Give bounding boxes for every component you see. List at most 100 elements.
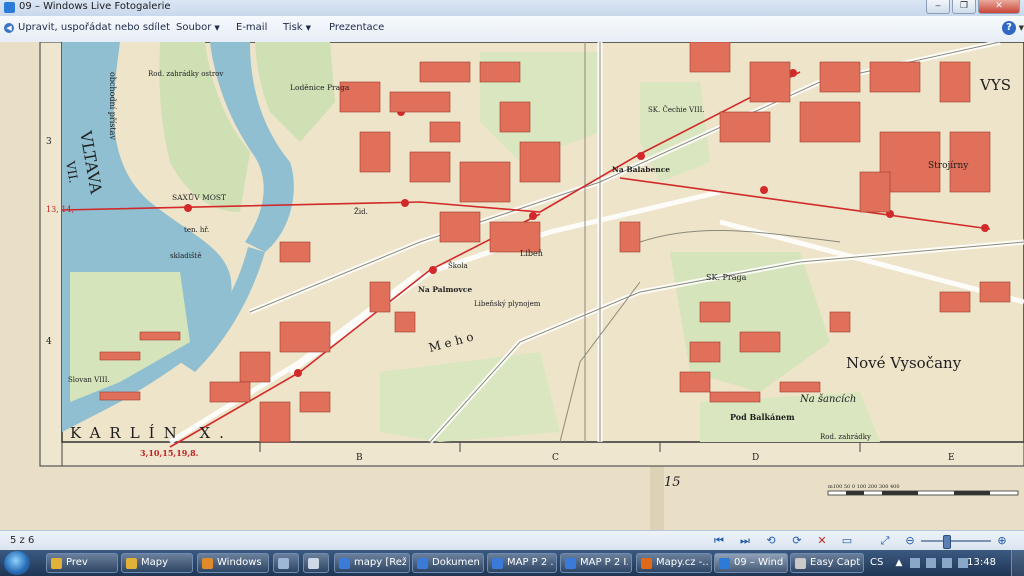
close-button[interactable]: ✕ — [978, 0, 1020, 14]
firefox-icon — [641, 558, 652, 569]
folder-icon — [126, 558, 137, 569]
map-column-label-e: E — [948, 453, 955, 463]
map-label-karlin: KARLÍN X. — [70, 424, 233, 442]
map-label-na-balabence: Na Balabence — [612, 165, 670, 174]
grid-icon — [308, 558, 319, 569]
taskbar-button-label: Prev — [66, 557, 88, 568]
zoom-in-button[interactable]: ⊕ — [995, 534, 1009, 548]
battery-icon[interactable] — [942, 558, 952, 568]
taskbar-button-mapy-rezim[interactable]: mapy [Rež... — [334, 553, 410, 573]
taskbar-button-dokumenty[interactable]: Dokumen... — [412, 553, 484, 573]
zoom-slider-thumb[interactable] — [943, 535, 951, 549]
photo-gallery-app-icon — [4, 2, 15, 13]
clock[interactable]: 13:48 — [967, 557, 996, 568]
taskbar-button-photo-gallery[interactable]: 09 – Wind... — [714, 553, 788, 573]
taskbar-button-label: Windows ... — [217, 557, 265, 568]
maximize-button[interactable]: ❐ — [952, 0, 976, 14]
taskbar-button-label: Mapy — [141, 557, 169, 568]
map-label-libensky-plynojem: Libeňský plynojem — [474, 300, 541, 308]
chevron-down-icon: ▼ — [305, 24, 311, 32]
map-label-lodenice: Loděnice Praga — [290, 83, 350, 92]
next-photo-button[interactable]: ⏭ — [738, 534, 752, 548]
chevron-down-icon[interactable]: ▼ — [1019, 24, 1024, 32]
taskbar-button-label: Easy Capt... — [810, 557, 860, 568]
taskbar-button-windows-media[interactable]: Windows ... — [197, 553, 269, 573]
calculator-icon — [278, 558, 289, 569]
back-arrow-icon: ◀ — [4, 23, 14, 33]
zoom-out-button[interactable]: ⊖ — [903, 534, 917, 548]
organize-menu-label: Upravit, uspořádat nebo sdílet — [18, 22, 171, 33]
capture-icon — [795, 558, 806, 569]
taskbar-button-easy-capture[interactable]: Easy Capt... — [790, 553, 864, 573]
map-tram-label-left: 13, 14, — [46, 205, 74, 214]
file-menu[interactable]: Soubor ▼ — [176, 22, 220, 33]
taskbar-button-mapy[interactable]: Mapy — [121, 553, 193, 573]
map-column-label-c: C — [552, 453, 559, 463]
map-label-liben: Libeň — [520, 249, 543, 258]
taskbar-button-grid[interactable] — [303, 553, 329, 573]
taskbar-button-calculator[interactable] — [273, 553, 299, 573]
word-document-icon — [339, 558, 350, 569]
map-page-number: 15 — [664, 475, 681, 490]
print-menu[interactable]: Tisk ▼ — [283, 22, 311, 33]
map-label-strojirny: Strojírny — [928, 160, 969, 171]
fit-to-window-button[interactable]: ⤢ — [878, 534, 892, 548]
photo-gallery-icon — [719, 558, 730, 569]
slideshow-menu[interactable]: Prezentace — [329, 22, 384, 33]
map-label-zid: Žid. — [354, 207, 368, 216]
taskbar-button-label: Mapy.cz -... — [656, 557, 708, 568]
taskbar: Prev Mapy Windows ... mapy [Rež... Dokum… — [0, 550, 1024, 576]
map-label-slovan-viii: Slovan VIII. — [68, 376, 110, 384]
map-label-saxuv-most: SAXŮV MOST — [172, 193, 226, 202]
photo-counter: 5 z 6 — [10, 535, 35, 546]
menu-bar: ◀ Upravit, uspořádat nebo sdílet Soubor ▼ … — [0, 16, 1024, 43]
taskbar-button-map-p2[interactable]: MAP P 2 ... — [487, 553, 557, 573]
tray-expand-icon[interactable]: ▲ — [894, 558, 904, 568]
network-icon[interactable] — [926, 558, 936, 568]
print-menu-label: Tisk — [283, 22, 303, 33]
chevron-down-icon: ▼ — [214, 24, 220, 32]
folder-icon — [51, 558, 62, 569]
slideshow-button[interactable]: ▭ — [840, 534, 854, 548]
map-label-sk-cechie: SK. Čechie VIII. — [648, 105, 705, 114]
map-label-skladiste: skladiště — [170, 251, 202, 260]
organize-menu[interactable]: ◀ Upravit, uspořádat nebo sdílet — [4, 22, 170, 33]
previous-photo-button[interactable]: ⏮ — [712, 534, 726, 548]
zoom-slider-track[interactable] — [921, 540, 991, 542]
delete-button[interactable]: ✕ — [815, 534, 829, 548]
map-label-ostrov: Rod. zahrádky ostrov — [148, 70, 223, 78]
system-tray: CS ▲ 13:48 — [864, 550, 1024, 576]
viewer-control-bar: 5 z 6 ⏮ ⏭ ⟲ ⟳ ✕ ▭ ⤢ ⊖ ⊕ — [0, 530, 1024, 551]
slideshow-menu-label: Prezentace — [329, 22, 385, 33]
map-label-sk-praga: SK. Praga — [706, 273, 747, 282]
rotate-left-button[interactable]: ⟲ — [764, 534, 778, 548]
map-column-label-d: D — [752, 453, 759, 463]
map-column-label-b: B — [356, 453, 363, 463]
minimize-button[interactable]: ‒ — [926, 0, 950, 14]
map-label-skola: Škola — [448, 261, 468, 270]
media-player-icon — [202, 558, 213, 569]
map-tram-label-bottom: 3,10,15,19,8. — [140, 448, 199, 458]
map-label-rod-zahradky: Rod. zahrádky — [820, 433, 871, 441]
word-document-icon — [492, 558, 503, 569]
map-label-river-port: obchodní přístav — [108, 72, 117, 140]
map-row-label-3: 3 — [46, 137, 52, 147]
taskbar-button-label: mapy [Rež... — [354, 557, 406, 568]
file-menu-label: Soubor — [176, 22, 212, 33]
taskbar-button-mapy-cz[interactable]: Mapy.cz -... — [636, 553, 712, 573]
email-menu-label: E-mail — [236, 22, 268, 33]
action-center-icon[interactable] — [910, 558, 920, 568]
taskbar-button-label: Dokumen... — [432, 557, 480, 568]
show-desktop-button[interactable] — [1011, 550, 1024, 576]
map-label-na-sancich: Na šancích — [799, 394, 856, 405]
map-label-ten-hr: ten. hř. — [184, 226, 209, 234]
map-label-nove-vysocany: Nové Vysočany — [846, 354, 962, 372]
rotate-right-button[interactable]: ⟳ — [790, 534, 804, 548]
taskbar-button-label: 09 – Wind... — [734, 557, 784, 568]
email-menu[interactable]: E-mail — [236, 22, 267, 33]
language-indicator[interactable]: CS — [870, 557, 883, 568]
taskbar-button-prev[interactable]: Prev — [46, 553, 118, 573]
taskbar-button-map-p2-i[interactable]: MAP P 2 I... — [560, 553, 632, 573]
help-icon[interactable]: ? — [1002, 21, 1016, 35]
start-button[interactable] — [4, 551, 30, 575]
